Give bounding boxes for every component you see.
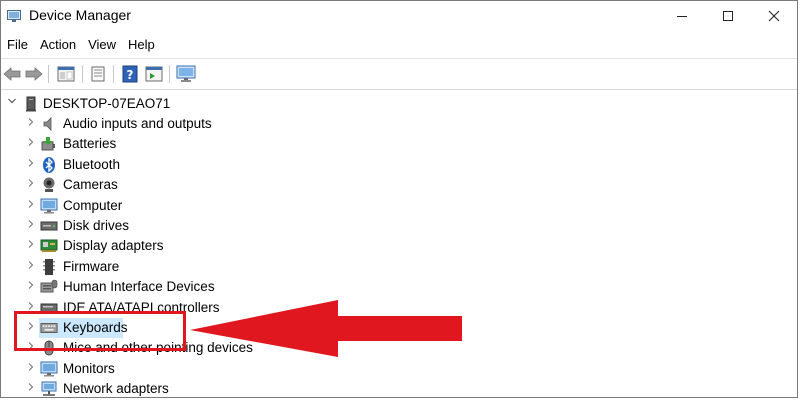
annotation-arrow	[190, 300, 462, 357]
